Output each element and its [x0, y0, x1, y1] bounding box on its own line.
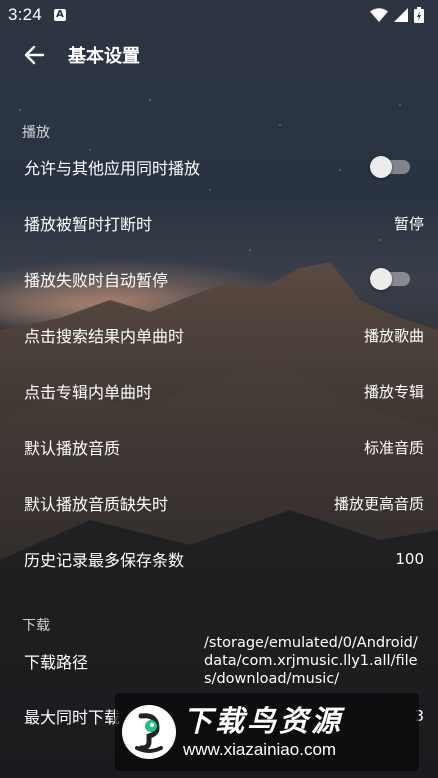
setting-download-path[interactable]: 下载路径 /storage/emulated/0/Android/data/co…: [0, 630, 438, 692]
setting-label: 下载路径: [24, 653, 89, 672]
setting-auto-pause-on-failure[interactable]: 播放失败时自动暂停: [0, 251, 438, 307]
setting-value: 暂停: [393, 214, 424, 233]
setting-label: 允许与其他应用同时播放: [24, 159, 201, 178]
toggle-switch[interactable]: [370, 268, 412, 290]
setting-history-limit[interactable]: 历史记录最多保存条数 100: [0, 531, 438, 587]
wifi-icon: [370, 8, 388, 22]
setting-quality-missing[interactable]: 默认播放音质缺失时 播放更高音质: [0, 475, 438, 531]
arrow-left-icon: [24, 45, 45, 65]
app-bar: 基本设置: [0, 30, 438, 80]
setting-label: 播放被暂时打断时: [24, 215, 153, 234]
switch-thumb: [370, 156, 392, 178]
battery-icon: [414, 7, 424, 23]
switch-thumb: [370, 268, 392, 290]
page-title: 基本设置: [68, 46, 140, 67]
setting-album-track-click[interactable]: 点击专辑内单曲时 播放专辑: [0, 363, 438, 419]
setting-label: 默认播放音质缺失时: [24, 495, 169, 514]
setting-value: 100: [395, 550, 424, 568]
setting-value: 播放专辑: [363, 382, 424, 401]
back-button[interactable]: [6, 30, 62, 80]
signal-icon: [394, 8, 408, 22]
setting-value: 标准音质: [363, 438, 424, 457]
bird-logo-icon: [122, 705, 176, 759]
settings-list: 播放 允许与其他应用同时播放 播放被暂时打断时 暂停 播放失败时自动暂停 点击搜…: [0, 80, 438, 778]
watermark-title: 下载鸟资源: [183, 704, 344, 738]
status-bar: 3:24 A: [0, 0, 438, 30]
setting-value: 播放更高音质: [333, 494, 424, 513]
setting-default-quality[interactable]: 默认播放音质 标准音质: [0, 419, 438, 475]
status-icons: [370, 7, 424, 23]
setting-label: 默认播放音质: [24, 439, 121, 458]
setting-label: 最大同时下载: [24, 708, 121, 727]
setting-search-result-click[interactable]: 点击搜索结果内单曲时 播放歌曲: [0, 307, 438, 363]
toggle-switch[interactable]: [370, 156, 412, 178]
watermark-overlay: 下载鸟资源 www.xiazainiao.com: [115, 693, 419, 771]
setting-value: /storage/emulated/0/Android/data/com.xrj…: [204, 635, 418, 687]
setting-label: 点击专辑内单曲时: [24, 383, 153, 402]
setting-label: 播放失败时自动暂停: [24, 271, 169, 290]
watermark-text: 下载鸟资源 www.xiazainiao.com: [183, 703, 343, 761]
setting-label: 历史记录最多保存条数: [24, 551, 185, 570]
watermark-url: www.xiazainiao.com: [183, 740, 337, 759]
setting-allow-concurrent-playback[interactable]: 允许与其他应用同时播放: [0, 139, 438, 195]
setting-label: 点击搜索结果内单曲时: [24, 327, 185, 346]
setting-value: 播放歌曲: [363, 326, 424, 345]
status-time: 3:24: [8, 5, 42, 24]
notification-icon: A: [53, 9, 66, 21]
setting-playback-interrupted[interactable]: 播放被暂时打断时 暂停: [0, 195, 438, 251]
